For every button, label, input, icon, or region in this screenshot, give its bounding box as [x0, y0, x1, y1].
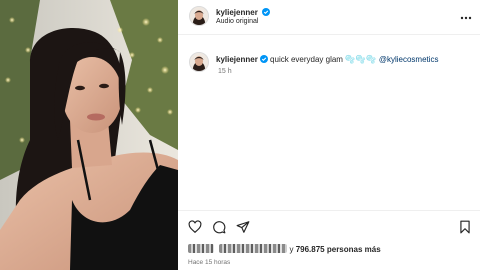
bookmark-icon[interactable]	[458, 220, 472, 234]
liker-name-blurred	[219, 244, 288, 253]
caption-avatar[interactable]	[189, 52, 209, 72]
likes-prefix: y	[289, 245, 294, 254]
liker-avatars-blurred	[188, 244, 214, 253]
share-icon[interactable]	[236, 220, 250, 234]
caption-mention-link[interactable]: @kyliecosmetics	[379, 55, 439, 64]
posted-timestamp[interactable]: Hace 15 horas	[188, 259, 230, 266]
more-options-icon[interactable]	[460, 10, 472, 20]
post-photo[interactable]	[0, 0, 178, 270]
header-divider	[178, 34, 480, 35]
action-bar	[188, 220, 472, 236]
post-photo-image	[0, 0, 178, 270]
likes-count[interactable]: 796.875	[296, 245, 325, 254]
actions-divider	[178, 210, 480, 211]
heart-icon[interactable]	[188, 220, 202, 234]
caption-emoji: 🫧🫧🫧	[345, 55, 377, 64]
likes-summary[interactable]: y 796.875 personas más	[188, 244, 381, 256]
likes-suffix[interactable]: personas más	[327, 245, 381, 254]
verified-badge-icon	[259, 55, 268, 63]
caption-username[interactable]: kyliejenner	[216, 55, 258, 64]
header-username[interactable]: kyliejenner	[216, 8, 271, 17]
header-avatar[interactable]	[189, 6, 209, 26]
post-details-panel: kyliejenner Audio original kyliejenner q…	[178, 0, 480, 270]
caption-timestamp[interactable]: 15 h	[218, 68, 232, 75]
comment-icon[interactable]	[212, 220, 226, 234]
verified-badge-icon	[262, 8, 271, 16]
caption-text: quick everyday glam	[270, 55, 343, 64]
audio-link[interactable]: Audio original	[216, 18, 258, 25]
header-username-text[interactable]: kyliejenner	[216, 8, 258, 17]
caption: kyliejenner quick everyday glam 🫧🫧🫧 @kyl…	[216, 55, 439, 64]
